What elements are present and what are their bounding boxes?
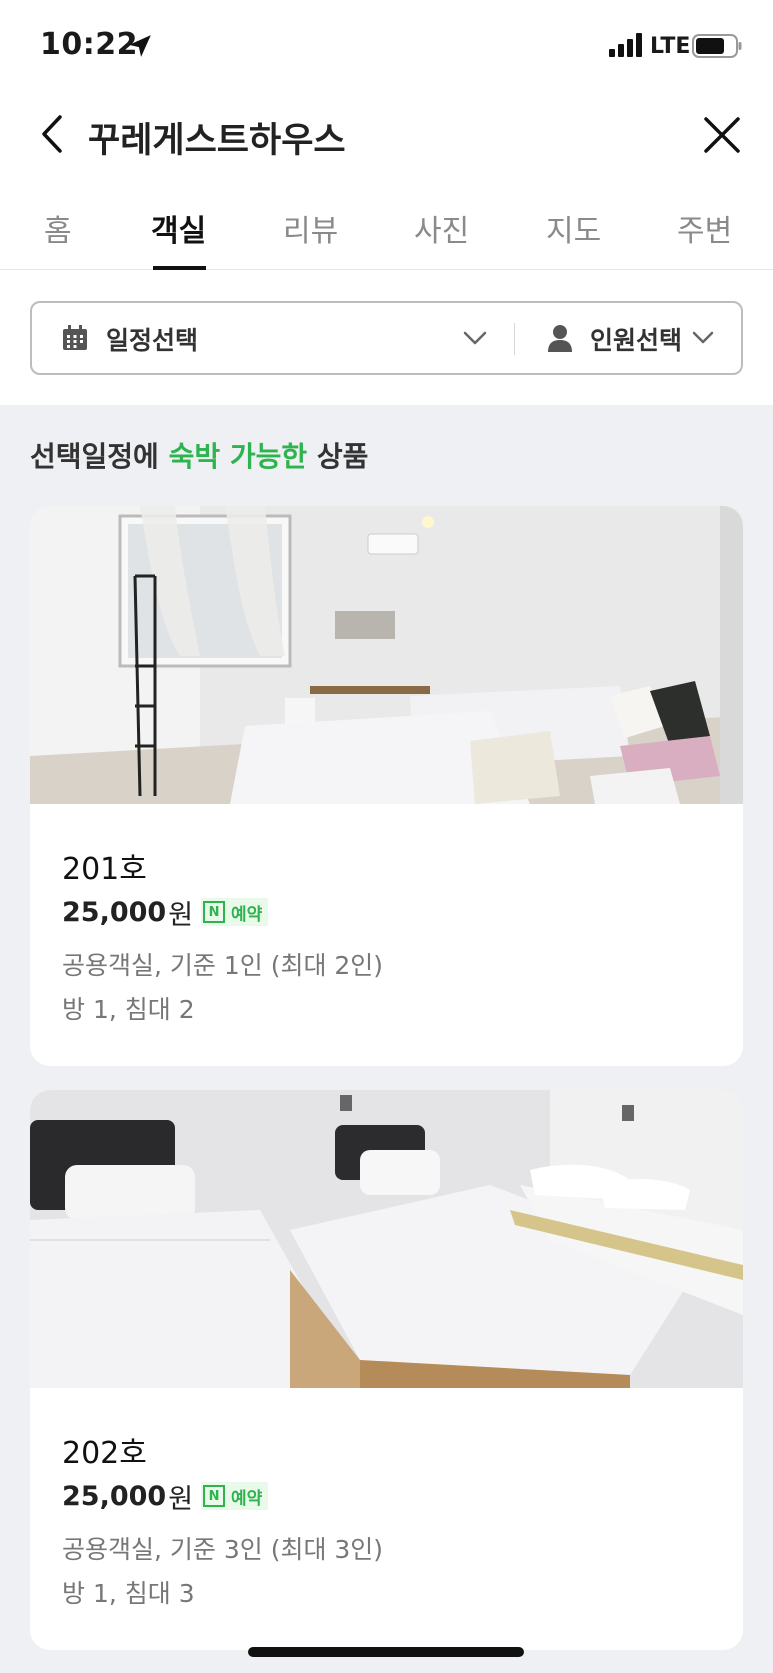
naver-booking-badge: N 예약 <box>201 1482 269 1510</box>
price-row: 25,000 원 N 예약 <box>62 1480 269 1515</box>
tab-rooms[interactable]: 객실 <box>151 206 206 250</box>
booking-badge-label: 예약 <box>231 1488 263 1509</box>
header: 꾸레게스트하우스 <box>0 95 773 175</box>
tab-nearby[interactable]: 주변 <box>677 206 732 250</box>
calendar-icon <box>63 325 87 350</box>
room-beds: 방 1, 침대 2 <box>62 995 195 1024</box>
chevron-down-icon[interactable] <box>462 329 488 347</box>
tab-map[interactable]: 지도 <box>546 206 601 250</box>
booking-filter: 일정선택 인원선택 <box>30 301 743 375</box>
tab-reviews[interactable]: 리뷰 <box>283 206 338 250</box>
room-card[interactable]: 202호 25,000 원 N 예약 공용객실, 기준 3인 (최대 3인) 방 … <box>30 1090 743 1650</box>
booking-badge-label: 예약 <box>231 904 263 925</box>
status-time: 10:22 <box>40 27 138 62</box>
network-type: LTE <box>650 34 691 59</box>
people-select[interactable]: 인원선택 <box>590 321 682 357</box>
room-price: 25,000 <box>62 1480 167 1512</box>
home-indicator <box>248 1647 524 1657</box>
status-bar: 10:22 LTE <box>0 0 773 90</box>
filter-area: 일정선택 인원선택 <box>0 271 773 405</box>
tab-bar: 홈 객실 리뷰 사진 지도 주변 <box>0 190 773 270</box>
location-arrow-icon <box>129 35 151 57</box>
tab-photos[interactable]: 사진 <box>414 206 469 250</box>
currency-unit: 원 <box>168 1483 194 1515</box>
active-tab-indicator <box>153 266 206 270</box>
room-description: 공용객실, 기준 1인 (최대 2인) <box>62 951 384 980</box>
room-beds: 방 1, 침대 3 <box>62 1579 195 1608</box>
price-row: 25,000 원 N 예약 <box>62 896 269 931</box>
person-icon <box>548 325 572 352</box>
room-name[interactable]: 201호 <box>62 844 147 888</box>
room-description: 공용객실, 기준 3인 (최대 3인) <box>62 1535 384 1564</box>
chevron-down-icon[interactable] <box>691 329 715 347</box>
page-title: 꾸레게스트하우스 <box>88 121 346 161</box>
battery-icon <box>692 34 742 58</box>
room-card[interactable]: 201호 25,000 원 N 예약 공용객실, 기준 1인 (최대 2인) 방 … <box>30 506 743 1066</box>
naver-n-icon: N <box>203 1485 226 1507</box>
currency-unit: 원 <box>168 899 194 931</box>
room-photo[interactable] <box>30 1090 743 1388</box>
tab-home[interactable]: 홈 <box>44 206 72 250</box>
section-title: 선택일정에 숙박 가능한 상품 <box>30 440 369 473</box>
date-select[interactable]: 일정선택 <box>106 321 198 357</box>
room-price: 25,000 <box>62 896 167 928</box>
signal-icon <box>609 33 642 57</box>
room-list: 선택일정에 숙박 가능한 상품 201호 25,000 원 N 예약 공용객실,… <box>0 405 773 1673</box>
room-photo[interactable] <box>30 506 743 804</box>
back-icon[interactable] <box>36 113 68 155</box>
naver-n-icon: N <box>203 901 226 923</box>
close-icon[interactable] <box>702 115 742 155</box>
naver-booking-badge: N 예약 <box>201 898 269 926</box>
filter-divider <box>514 323 515 355</box>
room-name[interactable]: 202호 <box>62 1428 147 1472</box>
